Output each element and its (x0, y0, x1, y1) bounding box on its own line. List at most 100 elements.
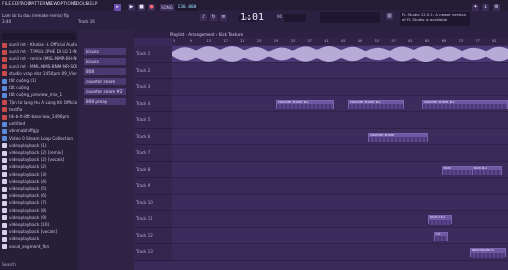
browser-item[interactable]: untitled (2, 121, 77, 128)
clip-notes (471, 252, 505, 258)
channel-item[interactable]: 808 preay (84, 98, 126, 105)
track-header[interactable]: Track 5 (134, 112, 172, 129)
track-header[interactable]: Track 8 (134, 161, 172, 178)
menu-file[interactable]: FILE (2, 2, 11, 7)
timeline-ruler[interactable]: 5 9 13 17 21 25 29 33 37 41 45 49 53 57 61 65 69 73 77 81 (172, 38, 508, 45)
browser-item[interactable]: videoplayback (1) (2, 143, 77, 150)
file-icon (2, 136, 7, 142)
browser-item[interactable]: videoplayback (8) (2, 208, 77, 215)
track-header[interactable]: Track 11 (134, 211, 172, 228)
pattern-clip[interactable]: Kick-FX2 (428, 215, 452, 225)
step-edit-icon[interactable]: ≡ (220, 14, 227, 21)
browser-item[interactable]: videoplayback [vocals] (2, 229, 77, 236)
browser-item[interactable]: videoplayback (2) [vocals] (2, 157, 77, 164)
file-icon (2, 85, 7, 91)
browser-item[interactable]: videoplayback (9) (2, 215, 77, 222)
browser-item[interactable]: videoplayback (4) (2, 179, 77, 186)
menu-view[interactable]: VIEW (46, 2, 58, 7)
browser-item-label: untitled (9, 121, 26, 127)
track-lane[interactable] (172, 128, 508, 145)
browser-item[interactable]: sunil mt - Kholas -L Official Audio (2, 42, 77, 49)
browser-item[interactable]: Video 0 Steam Loop Collection (2, 136, 77, 143)
browser-item[interactable]: videoplayback (10) (2, 222, 77, 229)
browser-search-input[interactable]: Search (2, 262, 16, 267)
pattern-clip[interactable]: counter snare (368, 132, 428, 142)
mixer-icon[interactable]: ▥ (386, 13, 393, 20)
download-icon[interactable]: ↓ (482, 4, 489, 11)
browser-item[interactable]: testfla (2, 107, 77, 114)
browser-item[interactable]: videoplayback (2, 236, 77, 243)
stop-button[interactable]: ■ (138, 4, 145, 11)
channel-item[interactable]: kicuss (84, 48, 126, 55)
track-lane[interactable] (172, 227, 508, 244)
pattern-clip[interactable]: FX (434, 231, 448, 241)
loop-icon[interactable]: ↻ (210, 14, 217, 21)
clip-notes (435, 236, 447, 241)
track-lane[interactable] (172, 244, 508, 261)
pattern-clip[interactable]: aboutup#FX (470, 248, 506, 258)
file-icon (2, 143, 7, 149)
settings-icon[interactable]: ⚙ (493, 4, 500, 11)
browser-item[interactable]: vocal_segment_fkn (2, 244, 77, 251)
track-lane[interactable] (172, 178, 508, 195)
browser-item[interactable]: tất cuộng (1) (2, 78, 77, 85)
track-lane[interactable] (172, 145, 508, 162)
track-lane[interactable] (172, 79, 508, 96)
browser-item-label: vbnmabhiffgjy (9, 128, 40, 134)
track-header[interactable]: Track 4 (134, 95, 172, 112)
track-header[interactable]: Track 2 (134, 62, 172, 79)
ruler-mark: 25 (257, 39, 262, 43)
browser-item[interactable]: tik-b-lt-8ft-bass-low_1490pm (2, 114, 77, 121)
browser-item[interactable]: tất cuộng (2, 85, 77, 92)
track-lane[interactable] (172, 211, 508, 228)
channel-item[interactable]: kicuss (84, 58, 126, 65)
browser-item[interactable]: videoplayback (7) (2, 200, 77, 207)
browser-item[interactable]: videoplayback (5) (2, 186, 77, 193)
track-header[interactable]: Track 6 (134, 128, 172, 145)
plugin-icon[interactable]: ✦ (472, 4, 479, 11)
track-header[interactable]: Track 7 (134, 145, 172, 162)
tempo-display[interactable]: 130.000 (176, 4, 198, 11)
audio-waveform[interactable] (172, 46, 508, 62)
browser-item[interactable]: videoplayback (3) (2, 172, 77, 179)
channel-item[interactable]: counter snare (84, 78, 126, 85)
menu-help[interactable]: HELP (86, 2, 97, 7)
pattern-clip[interactable]: 808 #2 (472, 165, 502, 175)
browser-item[interactable]: sunil mt - T.PAUL (PHE DI LO 1-NSU (2, 49, 77, 56)
metronome-icon[interactable]: ♪ (200, 14, 207, 21)
track-header[interactable]: Track 12 (134, 227, 172, 244)
song-title: Lam lai tu dau (remake remix) flp (2, 13, 70, 18)
browser-item[interactable]: videoplayback (2) (2, 164, 77, 171)
track-header[interactable]: Track 1 (134, 46, 172, 63)
pattern-mode-button[interactable]: ▸ (114, 4, 121, 11)
browser-item-label: studio vrap dnz 1450pm 09_Vixrn (9, 70, 77, 76)
track-label: Track 1 (136, 51, 151, 56)
track-header[interactable]: Track 13 (134, 244, 172, 261)
channel-item[interactable]: 808 (84, 68, 126, 75)
track-header[interactable]: Track 10 (134, 194, 172, 211)
track-lane[interactable] (172, 194, 508, 211)
channel-item[interactable]: counter snare #2 (84, 88, 126, 95)
pattern-clip[interactable]: counter snare #2 (348, 99, 404, 109)
record-button[interactable]: ● (148, 4, 155, 11)
file-icon (2, 56, 7, 62)
browser-item[interactable]: vbnmabhiffgjy (2, 128, 77, 135)
browser-item[interactable]: studio vrap dnz 1450pm 09_Vixrn (2, 71, 77, 78)
file-icon (2, 208, 7, 214)
track-header[interactable]: Track 9 (134, 178, 172, 195)
track-header[interactable]: Track 3 (134, 79, 172, 96)
song-mode-toggle[interactable]: SONG (160, 4, 174, 11)
track-lane[interactable] (172, 62, 508, 79)
browser-item[interactable]: videoplayback (6) (2, 193, 77, 200)
pattern-clip[interactable]: counter snare #2 (276, 99, 334, 109)
browser-item[interactable]: videoplayback (2) [remix] (2, 150, 77, 157)
browser-item-label: sunil mt - remix (MSL-NMR-BH-NN (9, 56, 77, 62)
browser-item[interactable]: sunil mt - MML-NMS-BNM-NR-SON (2, 64, 77, 71)
browser-item[interactable]: tất cuộng_preview_mix_1 (2, 92, 77, 99)
browser-item[interactable]: Tận từ lạng Hu A Lang Kh Official (2, 100, 77, 107)
pattern-clip[interactable]: counter snare #2 (422, 99, 508, 109)
browser-item[interactable]: sunil mt - remix (MSL-NMR-BH-NN (2, 56, 77, 63)
track-lane[interactable] (172, 112, 508, 129)
play-button[interactable]: ▶ (128, 4, 135, 11)
file-icon (2, 71, 7, 77)
